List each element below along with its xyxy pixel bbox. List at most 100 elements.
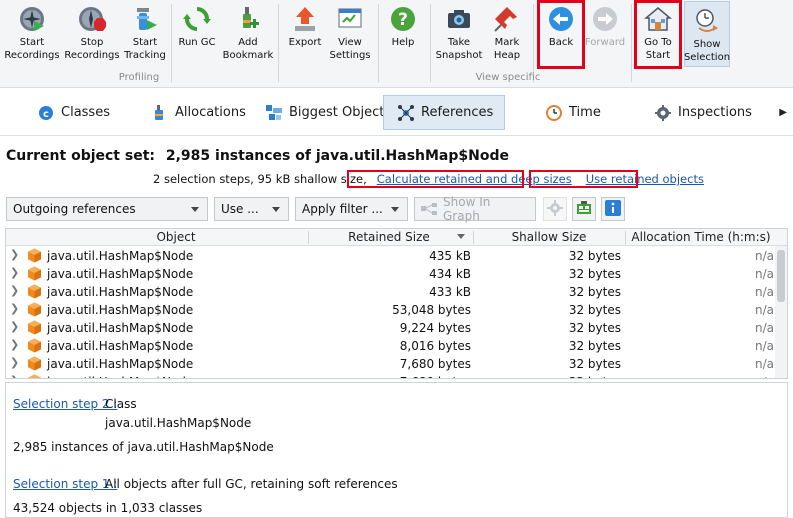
stop-recordings-icon <box>78 5 106 33</box>
allocation-time-value: n/a <box>754 357 774 371</box>
run-gc-icon <box>183 5 211 33</box>
start-recordings-icon <box>18 5 46 33</box>
tab-inspections-label: Inspections <box>678 105 752 120</box>
selection-steps-pane: Selection step 2 : Class java.util.HashM… <box>5 382 788 518</box>
table-row[interactable]: ❯ java.util.HashMap$Node 433 kB 32 bytes n/a <box>6 283 787 301</box>
stop-recordings-button[interactable]: Stop Recordings <box>64 0 120 70</box>
tab-allocations[interactable]: Allocations <box>152 95 246 130</box>
table-row[interactable]: ❯ java.util.HashMap$Node 9,224 bytes 32 byt… <box>6 319 787 337</box>
retained-size-value: 8,016 bytes <box>399 339 471 353</box>
table-row[interactable]: ❯ java.util.HashMap$Node 434 kB 32 bytes n/a <box>6 265 787 283</box>
add-bookmark-button[interactable]: Add Bookmark <box>222 0 274 70</box>
allocation-time-value: n/a <box>754 303 774 317</box>
retained-size-value: 53,048 bytes <box>392 303 471 317</box>
expand-chevron-icon[interactable]: ❯ <box>10 338 19 351</box>
mark-heap-button[interactable]: Mark Heap <box>486 0 528 70</box>
allocation-time-value: n/a <box>626 375 774 378</box>
tab-references[interactable]: References <box>383 95 505 130</box>
view-settings-button[interactable]: View Settings <box>328 0 372 70</box>
expand-chevron-icon[interactable]: ❯ <box>10 356 19 369</box>
expand-chevron-icon[interactable]: ❯ <box>10 248 19 261</box>
column-header-shallow-size[interactable]: Shallow Size <box>474 230 624 244</box>
info-button[interactable] <box>601 197 625 221</box>
forward-icon <box>591 5 619 33</box>
object-instance-icon <box>28 356 41 371</box>
run-gc-label: Run GC <box>178 37 216 48</box>
object-instance-icon <box>28 338 41 353</box>
show-in-graph-button[interactable]: Show In Graph <box>414 195 536 223</box>
object-instance-icon <box>28 374 41 378</box>
reference-mode-dropdown[interactable]: Outgoing references <box>6 197 208 221</box>
toolbar-separator <box>378 4 379 82</box>
table-scrollbar[interactable] <box>775 246 787 378</box>
show-in-graph-label: Show In Graph <box>443 195 491 223</box>
column-header-retained-size[interactable]: Retained Size <box>309 230 469 244</box>
reference-mode-value: Outgoing references <box>13 202 136 216</box>
take-snapshot-label: Take Snapshot <box>435 37 483 61</box>
table-header: Object Retained Size Shallow Size Alloca… <box>6 229 787 246</box>
tab-inspections[interactable]: Inspections <box>655 95 752 130</box>
table-row[interactable]: ❯ java.util.HashMap$Node 53,048 bytes 32 by… <box>6 301 787 319</box>
view-settings-icon <box>336 5 364 33</box>
allocations-icon <box>152 104 168 121</box>
export-icon <box>291 5 319 33</box>
apply-filter-dropdown-button[interactable]: Apply filter ... <box>295 197 408 221</box>
object-instance-icon <box>28 266 41 281</box>
add-bookmark-icon <box>234 5 262 33</box>
selection-step-2-summary: 2,985 instances of java.util.HashMap$Nod… <box>13 440 274 454</box>
settings-button[interactable] <box>543 197 567 221</box>
start-tracking-icon <box>131 5 159 33</box>
expand-chevron-icon[interactable]: ❯ <box>10 284 19 297</box>
expand-chevron-icon[interactable]: ❯ <box>10 320 19 333</box>
selection-step-1-link[interactable]: Selection step 1 : <box>13 477 117 491</box>
classes-icon: c <box>38 105 54 121</box>
run-gc-button[interactable]: Run GC <box>174 0 220 70</box>
selection-step-2-link[interactable]: Selection step 2 : <box>13 397 117 411</box>
biggest-objects-icon <box>266 104 282 121</box>
heap-walker-button[interactable] <box>572 197 596 221</box>
show-selection-label: Show Selection <box>683 39 731 63</box>
tabs-scroll-right-icon[interactable]: ▶ <box>779 107 787 118</box>
start-recordings-button[interactable]: Start Recordings <box>2 0 62 70</box>
title-prefix: Current object set: <box>6 148 155 164</box>
export-button[interactable]: Export <box>283 0 327 70</box>
toolbar-separator <box>631 4 632 82</box>
column-header-allocation-time[interactable]: Allocation Time (h:m:s) <box>626 230 776 244</box>
show-selection-button[interactable]: Show Selection <box>684 1 730 67</box>
use-dropdown-button[interactable]: Use ... <box>214 197 289 221</box>
table-row[interactable]: ❯ java.util.HashMap$Node 7,680 bytes 32 byt… <box>6 373 787 378</box>
tab-references-label: References <box>421 105 494 120</box>
object-instance-icon <box>28 248 41 263</box>
column-header-object[interactable]: Object <box>6 230 346 244</box>
heap-walker-icon <box>576 200 592 219</box>
expand-chevron-icon[interactable]: ❯ <box>10 374 19 378</box>
use-label: Use ... <box>221 202 259 216</box>
selection-step-2-kind: Class <box>105 397 137 411</box>
allocation-time-value: n/a <box>754 267 774 281</box>
tab-biggest-objects[interactable]: Biggest Objects <box>266 95 391 130</box>
table-row[interactable]: ❯ java.util.HashMap$Node 8,016 bytes 32 byt… <box>6 337 787 355</box>
tab-time[interactable]: Time <box>546 95 601 130</box>
object-class-name: java.util.HashMap$Node <box>47 339 194 353</box>
mark-heap-label: Mark Heap <box>493 37 521 61</box>
expand-chevron-icon[interactable]: ❯ <box>10 302 19 315</box>
allocation-time-value: n/a <box>754 321 774 335</box>
scrollbar-thumb[interactable] <box>777 250 785 302</box>
table-row[interactable]: ❯ java.util.HashMap$Node 7,680 bytes 32 byt… <box>6 355 787 373</box>
help-button[interactable]: ? Help <box>383 0 423 70</box>
table-row[interactable]: ❯ java.util.HashMap$Node 435 kB 32 bytes n/a <box>6 247 787 265</box>
shallow-size-value: 32 bytes <box>568 285 621 299</box>
start-tracking-button[interactable]: Start Tracking <box>122 0 168 70</box>
object-class-name: java.util.HashMap$Node <box>47 267 194 281</box>
tab-classes[interactable]: c Classes <box>38 95 110 130</box>
export-label: Export <box>288 37 322 48</box>
object-class-name: java.util.HashMap$Node <box>47 303 194 317</box>
forward-button[interactable]: Forward <box>584 0 626 70</box>
current-object-set-title: Current object set: 2,985 instances of j… <box>6 148 509 164</box>
take-snapshot-button[interactable]: Take Snapshot <box>436 0 482 70</box>
allocation-time-value: n/a <box>754 249 774 263</box>
view-settings-label: View Settings <box>329 37 371 61</box>
retained-size-value: 434 kB <box>429 267 471 281</box>
shallow-size-value: 32 bytes <box>568 357 621 371</box>
expand-chevron-icon[interactable]: ❯ <box>10 266 19 279</box>
